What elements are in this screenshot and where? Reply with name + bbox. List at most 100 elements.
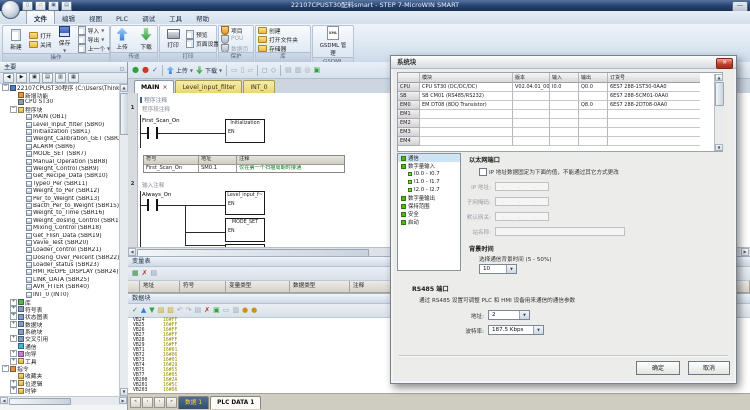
dialog-title-bar[interactable]: 系统块 <box>391 56 736 69</box>
editor-tab-MAIN[interactable]: MAIN× <box>134 80 174 93</box>
protect-project-button[interactable]: 项目 <box>221 26 248 34</box>
module-slot-button[interactable]: EM4 <box>398 137 420 146</box>
qat-save-icon[interactable]: ▣ <box>48 1 59 11</box>
station-name-field[interactable] <box>495 227 625 236</box>
tab-close-icon[interactable]: × <box>162 84 167 91</box>
subroutine-box[interactable]: Initialization EN <box>225 119 265 143</box>
program-comment[interactable]: 程序注释 <box>140 95 167 104</box>
ribbon-tab-5[interactable]: 工具 <box>162 11 189 24</box>
tree-expand-icon[interactable]: + <box>10 313 17 320</box>
redo-icon[interactable]: ↷ <box>186 306 192 315</box>
ip-fixed-checkbox-label[interactable]: IP 地址数据固定为下面的值，不能通过其它方式更改 <box>489 168 619 176</box>
tree-item[interactable]: HMI_REOPE_DISPLAY (SBR24) <box>0 269 119 276</box>
delete-network-icon[interactable]: ▯ <box>241 65 245 75</box>
tree-item[interactable]: Weight_to_Time (SBR16) <box>0 210 119 217</box>
new-button[interactable]: 新建 <box>5 29 27 51</box>
import-button[interactable]: 导入▼ <box>78 27 110 35</box>
paste-icon[interactable]: ▤ <box>151 269 158 278</box>
tree-item[interactable]: 新增功能 <box>0 91 119 98</box>
run-icon[interactable]: ● <box>132 65 139 75</box>
module-name-cell[interactable] <box>420 110 513 119</box>
module-slot-button[interactable]: EM2 <box>398 119 420 128</box>
module-name-cell[interactable] <box>420 128 513 137</box>
tree-horizontal-scrollbar[interactable]: ◀ ▶ <box>0 396 127 405</box>
library-memory-button[interactable]: 存储器 <box>258 44 298 52</box>
tree-item[interactable]: Vavle_Test (SBR20) <box>0 239 119 246</box>
tree-item[interactable]: Weight_dosing_Control (SBR17) <box>0 217 119 224</box>
tree-item[interactable]: Weight_Control (SBR9) <box>0 165 119 172</box>
tree-item[interactable]: MODE_SET (SBR7) <box>0 151 119 158</box>
tree-item[interactable]: MAIN (OB1) <box>0 114 119 121</box>
list-view-icon[interactable]: ▦ <box>68 73 79 83</box>
tree-item[interactable]: ALARM (SBR6) <box>0 143 119 150</box>
upload-button[interactable]: 上传 <box>111 28 133 51</box>
contact-bar[interactable] <box>147 127 149 139</box>
forward-icon[interactable]: ▶ <box>16 73 27 83</box>
module-name-cell[interactable] <box>420 137 513 146</box>
previous-button[interactable]: 上一个▼ <box>78 45 110 53</box>
tree-item[interactable]: LINK_DATA (SBR25) <box>0 276 119 283</box>
tree-expand-icon[interactable]: + <box>10 380 17 387</box>
module-slot-button[interactable]: CPU <box>398 83 420 92</box>
subnet-mask-field[interactable]: . . . <box>495 197 549 206</box>
compile-icon[interactable]: ✓ <box>132 306 138 315</box>
ribbon-tab-3[interactable]: PLC <box>109 13 135 24</box>
tree-item[interactable]: +库 <box>0 298 119 305</box>
module-slot-button[interactable]: SB <box>398 92 420 101</box>
scroll-right-icon[interactable]: ▶ <box>119 397 127 404</box>
module-name-cell[interactable]: CPU ST30 (DC/DC/DC) <box>420 83 513 92</box>
tree-item[interactable]: Type0_Per (SBR11) <box>0 180 119 187</box>
default-gateway-field[interactable]: . . . <box>495 212 549 221</box>
tree-item[interactable]: +数据块 <box>0 321 119 328</box>
data-page-tab-PLC DATA 1[interactable]: PLC DATA 1 <box>210 396 261 409</box>
next-tab-icon[interactable]: › <box>154 397 165 408</box>
first-tab-icon[interactable]: « <box>130 397 141 408</box>
tree-item[interactable]: Get_Recipe_Data (SBR10) <box>0 173 119 180</box>
ribbon-tab-4[interactable]: 调试 <box>135 11 162 24</box>
tree-item[interactable]: Loader_status (SBR23) <box>0 261 119 268</box>
editor-tab-INT_0[interactable]: INT_0 <box>243 80 274 93</box>
scroll-left-icon[interactable]: ◀ <box>128 248 136 256</box>
dialog-close-button[interactable]: ✕ <box>716 58 733 69</box>
tree-item[interactable]: +时钟 <box>0 387 119 394</box>
upload-toolbar-button[interactable]: 上传▼ <box>167 66 193 75</box>
tree-expand-icon[interactable]: + <box>10 299 17 306</box>
paste-icon[interactable]: ▥ <box>295 65 302 75</box>
new-window-icon[interactable]: ▣ <box>29 73 40 83</box>
tree-item[interactable]: CPU ST30 <box>0 99 119 106</box>
tree-item[interactable]: Weight_Calibration_GET (SBR2) <box>0 136 119 143</box>
rs485-address-select[interactable]: 2 ▼ <box>488 310 530 320</box>
scroll-thumb[interactable] <box>715 82 724 106</box>
library-create-button[interactable]: 创建 <box>258 26 298 34</box>
chevron-down-icon[interactable]: ▼ <box>533 326 543 334</box>
chevron-down-icon[interactable]: ▼ <box>506 265 516 273</box>
subroutine-box[interactable]: MODE_SET EN <box>225 218 265 242</box>
scroll-right-icon[interactable]: ▶ <box>741 248 749 256</box>
download-icon[interactable]: ▼ <box>149 306 154 315</box>
page-setup-button[interactable]: 页面设置 <box>186 40 219 48</box>
tree-item[interactable]: −程序块 <box>0 106 119 113</box>
editor-tab-Level_input_filter[interactable]: Level_input_filter <box>175 80 242 93</box>
module-name-cell[interactable]: SB CM01 (RS485/RS232) <box>420 92 513 101</box>
tree-expand-icon[interactable]: + <box>10 321 17 328</box>
ip-fixed-checkbox[interactable] <box>479 168 487 176</box>
tree-expand-icon[interactable]: + <box>10 335 17 342</box>
tree-expand-icon[interactable]: + <box>10 306 17 313</box>
module-slot-button[interactable]: EM1 <box>398 110 420 119</box>
key-icon[interactable]: ● <box>242 306 248 315</box>
compile-icon[interactable]: ✓ <box>152 65 158 75</box>
scroll-down-icon[interactable]: ▼ <box>715 144 723 151</box>
tree-item[interactable]: Mixing_Control (SBR18) <box>0 224 119 231</box>
module-slot-button[interactable]: EM0 <box>398 101 420 110</box>
qat-new-icon[interactable]: ▯ <box>22 1 33 11</box>
insert-cells-icon[interactable]: ▧ <box>158 306 165 315</box>
ribbon-tab-1[interactable]: 编辑 <box>55 11 82 24</box>
tree-item[interactable]: Initialization (SBR1) <box>0 128 119 135</box>
library-open-folder-button[interactable]: 打开文件夹 <box>258 35 298 43</box>
new-page-icon[interactable]: ▣ <box>213 306 220 315</box>
next-bookmark-icon[interactable]: ◇ <box>271 65 276 75</box>
download-button[interactable]: 下载 <box>135 28 157 51</box>
scroll-left-icon[interactable]: ◀ <box>0 397 8 404</box>
tree-expand-icon[interactable]: − <box>2 365 9 372</box>
page-icon[interactable]: ▤ <box>42 73 53 83</box>
